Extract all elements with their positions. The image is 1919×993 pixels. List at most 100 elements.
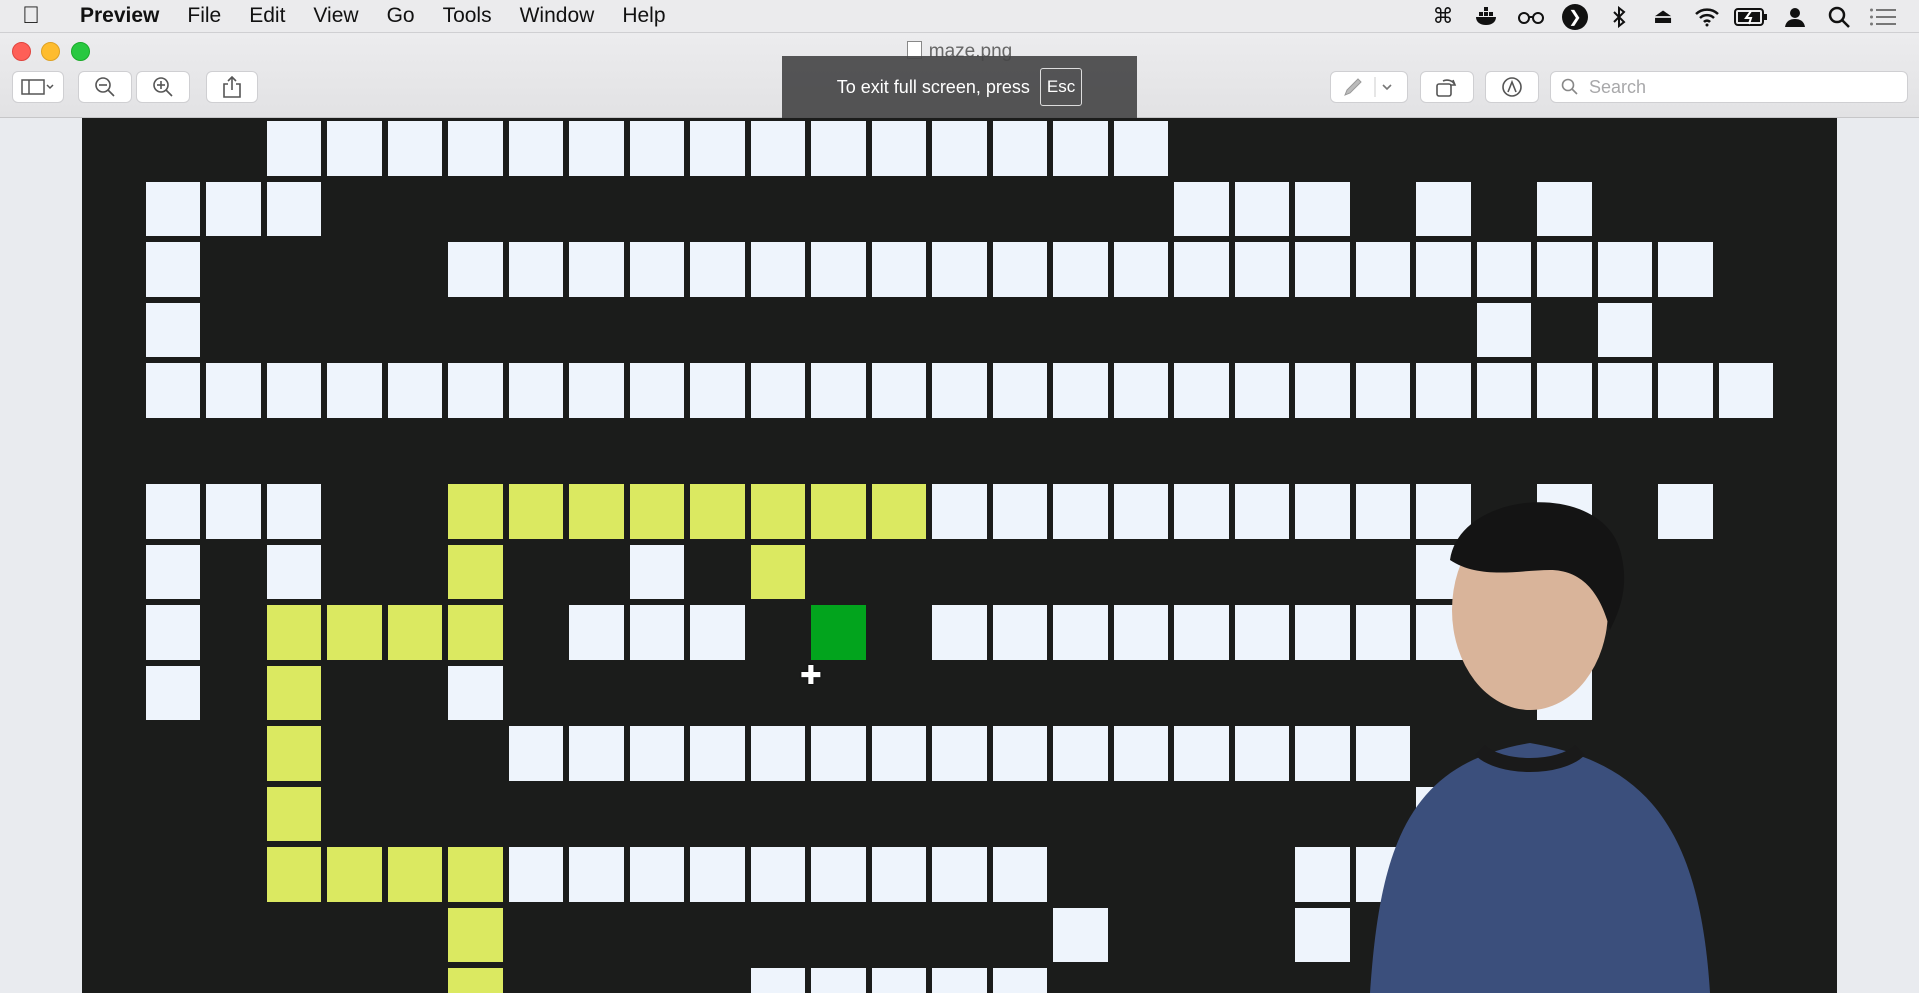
maze-cell-wall (324, 904, 385, 965)
maze-cell-open (929, 239, 990, 300)
maze-cell-wall (1413, 118, 1474, 179)
maze-cell-open (808, 723, 869, 784)
maze-cell-open (1231, 178, 1292, 239)
maze-cell-open (263, 178, 324, 239)
maze-cell-wall (989, 178, 1050, 239)
sidebar-icon (21, 79, 54, 95)
maze-cell-open (929, 118, 990, 179)
eject-icon[interactable]: ⏏ (1641, 0, 1685, 33)
maze-cell-wall (1352, 783, 1413, 844)
menu-edit[interactable]: Edit (235, 0, 299, 32)
menu-file[interactable]: File (173, 0, 235, 32)
menu-help[interactable]: Help (608, 0, 679, 32)
maze-cell-open (626, 844, 687, 905)
battery-icon[interactable] (1729, 0, 1773, 33)
maze-cell-open (203, 178, 264, 239)
menu-go[interactable]: Go (373, 0, 429, 32)
maze-cell-wall (1413, 299, 1474, 360)
menu-app-preview[interactable]: Preview (62, 0, 173, 32)
maze-cell-wall (1655, 965, 1716, 993)
maze-cell-open (626, 602, 687, 663)
maze-cell-wall (384, 723, 445, 784)
maze-cell-open (929, 723, 990, 784)
markup-pen-button[interactable] (1330, 71, 1408, 103)
maze-cell-wall (82, 118, 143, 179)
maze-cell-open (384, 118, 445, 179)
maze-cell-open (989, 965, 1050, 993)
maze-cell-open (1110, 723, 1171, 784)
maze-cell-wall (929, 904, 990, 965)
maze-cell-wall (1171, 299, 1232, 360)
maze-cell-wall (384, 178, 445, 239)
maze-cell-wall (1050, 844, 1111, 905)
image-canvas[interactable]: ✚ (0, 118, 1919, 993)
maze-cell-open (868, 239, 929, 300)
maze-cell-open (1534, 662, 1595, 723)
maze-cell-wall (1776, 118, 1837, 179)
apple-icon[interactable]:  (22, 2, 62, 30)
maze-cell-wall (203, 602, 264, 663)
maze-cell-open (868, 118, 929, 179)
maze-cell-open (1534, 541, 1595, 602)
maze-cell-open (1171, 360, 1232, 421)
command-icon[interactable]: ⌘ (1421, 0, 1465, 33)
maze-cell-wall (687, 904, 748, 965)
markup-toolbar-button[interactable] (1485, 71, 1539, 103)
maze-cell-wall (445, 723, 506, 784)
play-circle-icon[interactable]: ❯ (1553, 0, 1597, 33)
share-button[interactable] (206, 71, 258, 103)
wifi-icon[interactable] (1685, 0, 1729, 33)
maze-cell-wall (1352, 662, 1413, 723)
maze-cell-wall (1655, 602, 1716, 663)
maze-cell-wall (1534, 299, 1595, 360)
maze-cell-open (868, 723, 929, 784)
menu-view[interactable]: View (299, 0, 372, 32)
maze-cell-wall (1050, 783, 1111, 844)
maze-cell-wall (1715, 239, 1776, 300)
maze-cell-open (1050, 239, 1111, 300)
preview-window: maze.png ✚ (0, 33, 1919, 993)
maze-cell-wall (566, 541, 627, 602)
maze-cell-wall (989, 299, 1050, 360)
maze-cell-wall (1655, 541, 1716, 602)
sidebar-toggle-button[interactable] (12, 71, 64, 103)
maze-cell-open (1534, 178, 1595, 239)
maze-cell-open (1352, 239, 1413, 300)
maze-cell-open (1352, 602, 1413, 663)
maze-cell-wall (82, 360, 143, 421)
esc-key-hint: Esc (1039, 68, 1083, 106)
rotate-button[interactable] (1420, 71, 1474, 103)
user-icon[interactable] (1773, 0, 1817, 33)
maze-cell-wall (1594, 602, 1655, 663)
maze-cell-open (566, 360, 627, 421)
maze-cell-wall (1352, 904, 1413, 965)
zoom-out-button[interactable] (78, 71, 132, 103)
maze-cell-wall (929, 299, 990, 360)
search-input[interactable] (1587, 75, 1891, 99)
maze-cell-goal (808, 602, 869, 663)
search-icon[interactable] (1817, 0, 1861, 33)
maze-cell-wall (1534, 904, 1595, 965)
maze-cell-wall (1473, 118, 1534, 179)
zoom-in-button[interactable] (136, 71, 190, 103)
maze-cell-path (747, 481, 808, 542)
maze-cell-open (989, 481, 1050, 542)
maze-cell-open (1413, 783, 1474, 844)
maze-cell-wall (82, 844, 143, 905)
maze-cell-open (1473, 844, 1534, 905)
maze-cell-wall (142, 783, 203, 844)
maze-cell-wall (203, 662, 264, 723)
maze-cell-open (384, 360, 445, 421)
maze-cell-open (808, 360, 869, 421)
menu-tools[interactable]: Tools (429, 0, 506, 32)
bluetooth-icon[interactable] (1597, 0, 1641, 33)
search-field[interactable] (1550, 71, 1908, 103)
maze-cell-wall (1110, 844, 1171, 905)
maze-cell-open (1352, 360, 1413, 421)
docker-icon[interactable] (1465, 0, 1509, 33)
list-icon[interactable] (1861, 0, 1905, 33)
glasses-icon[interactable] (1509, 0, 1553, 33)
maze-cell-wall (203, 783, 264, 844)
maze-cell-wall (142, 118, 203, 179)
menu-window[interactable]: Window (506, 0, 609, 32)
